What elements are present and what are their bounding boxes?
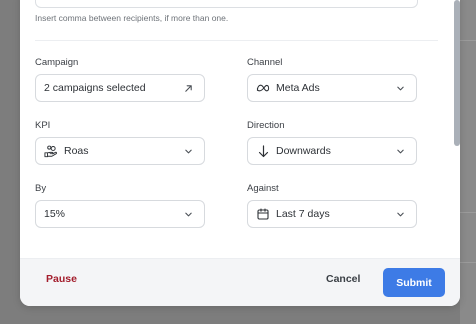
- direction-label: Direction: [247, 120, 285, 131]
- background-divider: [460, 212, 476, 213]
- direction-value: Downwards: [276, 145, 331, 157]
- cancel-button[interactable]: Cancel: [326, 273, 360, 285]
- hand-coins-icon: [44, 144, 58, 158]
- direction-select[interactable]: Downwards: [247, 137, 417, 165]
- by-select[interactable]: 15%: [35, 200, 205, 228]
- section-divider: [35, 40, 438, 41]
- channel-label: Channel: [247, 57, 283, 68]
- alert-modal: Insert comma between recipients, if more…: [20, 0, 460, 306]
- against-value: Last 7 days: [276, 208, 330, 220]
- pause-button[interactable]: Pause: [46, 273, 77, 285]
- kpi-select[interactable]: Roas: [35, 137, 205, 165]
- kpi-label: KPI: [35, 120, 51, 131]
- against-select[interactable]: Last 7 days: [247, 200, 417, 228]
- background-divider: [460, 40, 476, 41]
- modal-footer: Pause Cancel Submit: [20, 258, 460, 306]
- scrollbar-thumb[interactable]: [454, 0, 460, 146]
- calendar-icon: [256, 207, 270, 221]
- by-value: 15%: [44, 208, 66, 220]
- against-label: Against: [247, 183, 279, 194]
- recipients-hint: Insert comma between recipients, if more…: [35, 13, 229, 23]
- campaign-label: Campaign: [35, 57, 79, 68]
- chevron-down-icon: [182, 145, 194, 157]
- arrow-down-icon: [256, 144, 270, 158]
- chevron-down-icon: [394, 82, 406, 94]
- chevron-down-icon: [394, 208, 406, 220]
- campaign-value: 2 campaigns selected: [44, 82, 146, 94]
- kpi-value: Roas: [64, 145, 89, 157]
- meta-icon: [256, 81, 270, 95]
- submit-button[interactable]: Submit: [383, 268, 445, 297]
- background-divider: [460, 262, 476, 263]
- arrow-up-right-icon: [182, 82, 194, 94]
- chevron-down-icon: [182, 208, 194, 220]
- channel-select[interactable]: Meta Ads: [247, 74, 417, 102]
- background-overlay: [460, 0, 476, 324]
- chevron-down-icon: [394, 145, 406, 157]
- channel-value: Meta Ads: [276, 82, 320, 94]
- campaign-field[interactable]: 2 campaigns selected: [35, 74, 205, 102]
- recipients-field[interactable]: [35, 0, 418, 8]
- by-label: By: [35, 183, 47, 194]
